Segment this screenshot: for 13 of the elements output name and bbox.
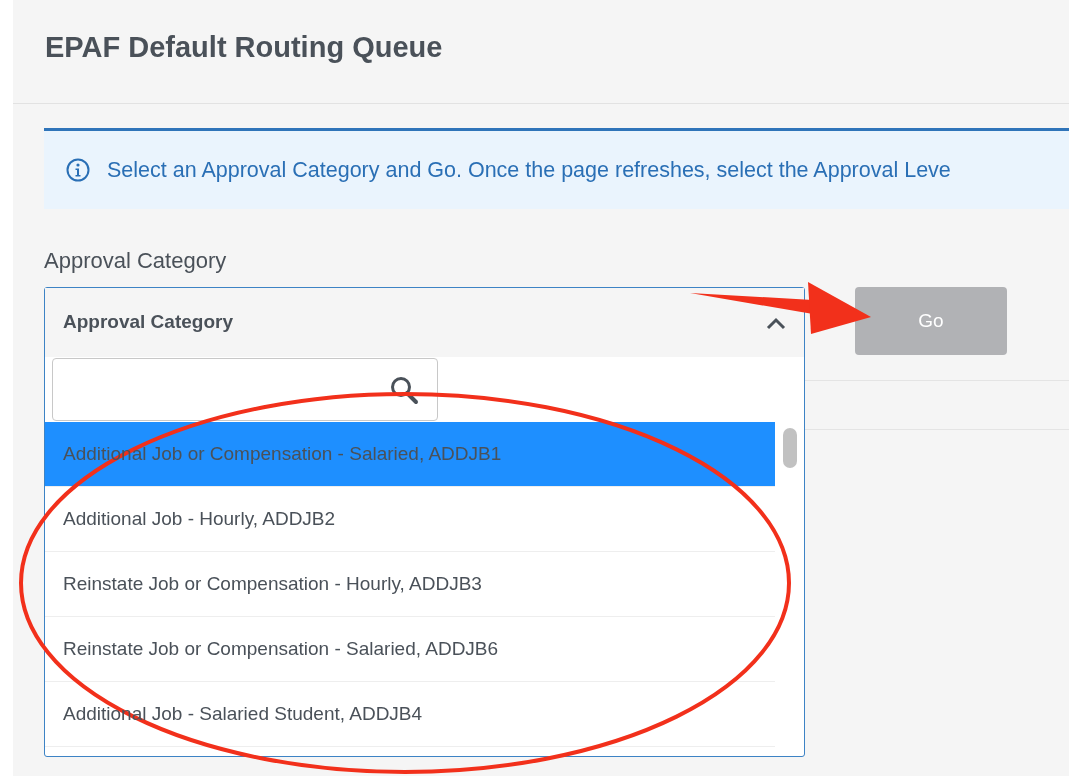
info-icon [66,158,90,182]
dropdown-option[interactable]: Reinstate Job or Compensation - Hourly, ADDJB3 [45,552,775,617]
search-field[interactable] [52,358,438,421]
alert-message: Select an Approval Category and Go. Once the page refreshes, select the Approval Leve [107,156,951,184]
scrollbar-thumb[interactable] [783,428,797,468]
chevron-icon[interactable] [766,315,786,330]
dropdown-option[interactable]: Additional Job - Hourly, ADDJB2 [45,487,775,552]
page-title: EPAF Default Routing Queue [45,30,444,65]
dropdown-header: Approval Category [63,310,233,335]
search-icon [389,374,419,405]
dropdown-option[interactable]: Reinstate Job or Compensation - Salaried, ADDJB6 [45,617,775,682]
field-label: Approval Category [44,247,228,275]
approval-category-dropdown[interactable] [44,287,805,757]
